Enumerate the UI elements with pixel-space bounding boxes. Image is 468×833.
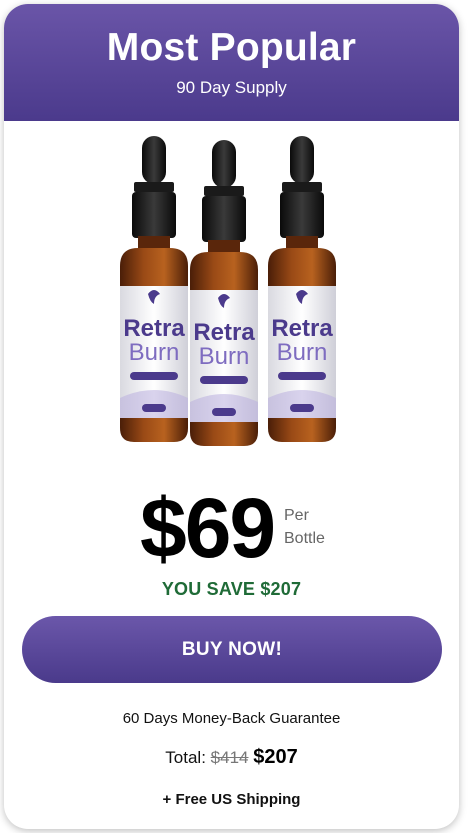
price-row: $69 Per Bottle: [4, 486, 459, 576]
price-unit-bottle: Bottle: [284, 530, 325, 547]
product-image: Retra Burn: [120, 136, 336, 446]
total-label: Total:: [165, 748, 206, 767]
price-unit-per: Per: [284, 507, 309, 524]
price-unit: Per Bottle: [284, 504, 325, 550]
price-per-bottle: $69: [140, 481, 276, 575]
shipping-text: + Free US Shipping: [162, 791, 301, 808]
offer-header: Most Popular 90 Day Supply: [4, 4, 459, 121]
offer-title: Most Popular: [106, 26, 357, 69]
guarantee-text: 60 Days Money-Back Guarantee: [122, 710, 341, 727]
final-total: $207: [253, 746, 298, 768]
total-price: Total: $414 $207: [4, 746, 459, 769]
buy-now-button[interactable]: BUY NOW!: [22, 616, 442, 683]
original-total: $414: [210, 748, 249, 767]
savings-text: YOU SAVE $207: [161, 579, 302, 599]
offer-subtitle: 90 Day Supply: [176, 78, 287, 97]
offer-card: Most Popular 90 Day Supply $69 Per Bottl…: [4, 4, 459, 829]
